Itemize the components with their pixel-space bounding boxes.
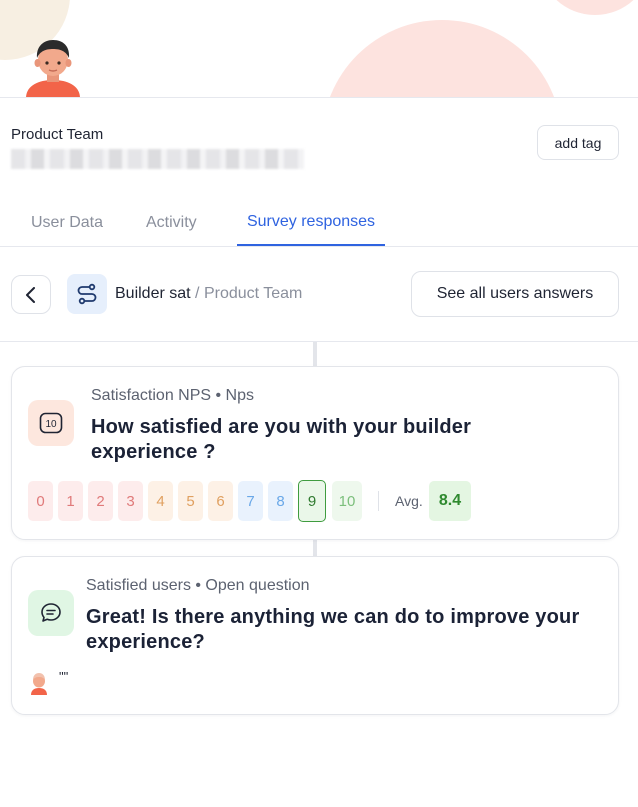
question-card-nps: 10 Satisfaction NPS • Nps How satisfied … (11, 366, 619, 540)
back-button[interactable] (11, 275, 51, 314)
question-title: How satisfied are you with your builder … (91, 416, 472, 463)
decorative-blob (540, 0, 638, 15)
open-answer-text: "" (59, 669, 69, 684)
chat-bubble-icon (28, 590, 74, 636)
section-divider (0, 341, 638, 342)
nps-option-9[interactable]: 9 (298, 480, 326, 522)
survey-breadcrumb: Builder sat / Product Team (115, 285, 302, 303)
user-name: Product Team (11, 126, 104, 143)
nps-10-icon: 10 (28, 400, 74, 446)
user-avatar (26, 40, 80, 97)
survey-flow-icon (67, 274, 107, 314)
decorative-blob (322, 20, 562, 97)
nps-option-6[interactable]: 6 (208, 481, 233, 521)
profile-tabs: User Data Activity Survey responses (0, 200, 638, 247)
breadcrumb-separator: / (195, 285, 200, 302)
question-meta: Satisfied users • Open question (86, 577, 310, 594)
question-meta: Satisfaction NPS • Nps (91, 387, 254, 404)
nps-option-3[interactable]: 3 (118, 481, 143, 521)
nps-option-5[interactable]: 5 (178, 481, 203, 521)
nps-option-1[interactable]: 1 (58, 481, 83, 521)
nps-option-8[interactable]: 8 (268, 481, 293, 521)
survey-name[interactable]: Builder sat (115, 285, 191, 302)
tab-survey-responses[interactable]: Survey responses (237, 200, 385, 246)
nps-option-4[interactable]: 4 (148, 481, 173, 521)
timeline-connector (313, 540, 317, 556)
scale-divider (378, 491, 379, 511)
respondent-avatar (31, 673, 47, 695)
tab-user-data[interactable]: User Data (28, 200, 106, 246)
svg-text:10: 10 (45, 419, 57, 430)
survey-team: Product Team (203, 285, 303, 302)
nps-option-7[interactable]: 7 (238, 481, 263, 521)
add-tag-button[interactable]: add tag (537, 125, 619, 160)
nps-option-2[interactable]: 2 (88, 481, 113, 521)
profile-header (0, 0, 638, 98)
chevron-left-icon (26, 286, 35, 303)
see-all-answers-button[interactable]: See all users answers (411, 271, 619, 317)
question-card-open: Satisfied users • Open question Great! I… (11, 556, 619, 715)
nps-option-0[interactable]: 0 (28, 481, 53, 521)
average-label: Avg. (395, 493, 423, 509)
redacted-user-details (11, 149, 304, 169)
average-value: 8.4 (429, 481, 471, 521)
timeline-connector (313, 342, 317, 366)
tab-activity[interactable]: Activity (143, 200, 200, 246)
nps-option-10[interactable]: 10 (332, 481, 362, 521)
question-title: Great! Is there anything we can do to im… (86, 606, 580, 653)
